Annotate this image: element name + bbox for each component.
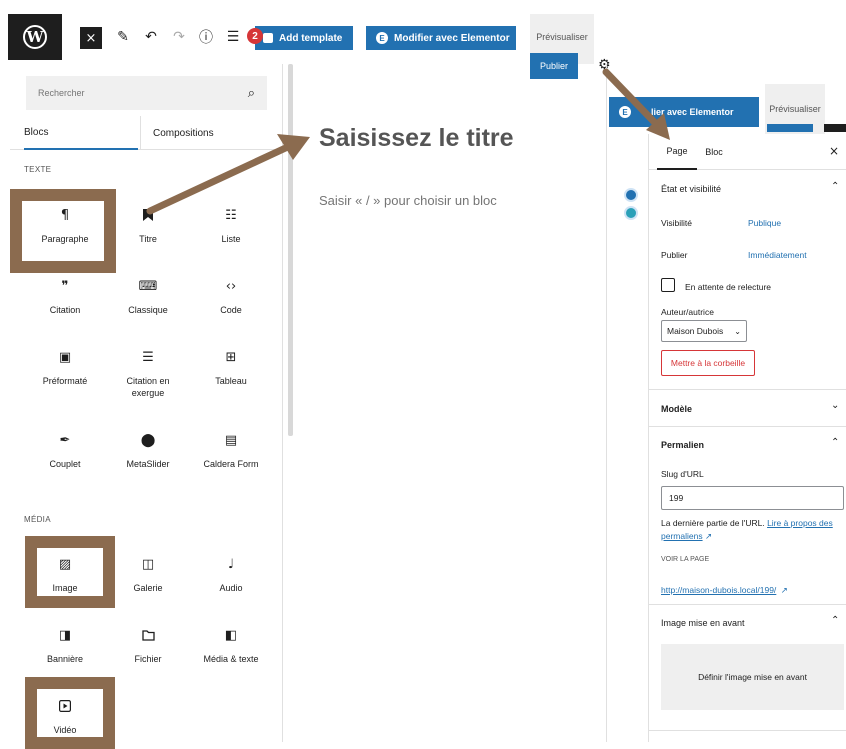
annotation-arrows bbox=[146, 68, 670, 215]
arrow-to-sidebar-shaft bbox=[602, 68, 664, 132]
arrow-to-title-shaft bbox=[146, 141, 296, 215]
notification-badge: 2 bbox=[247, 28, 263, 44]
